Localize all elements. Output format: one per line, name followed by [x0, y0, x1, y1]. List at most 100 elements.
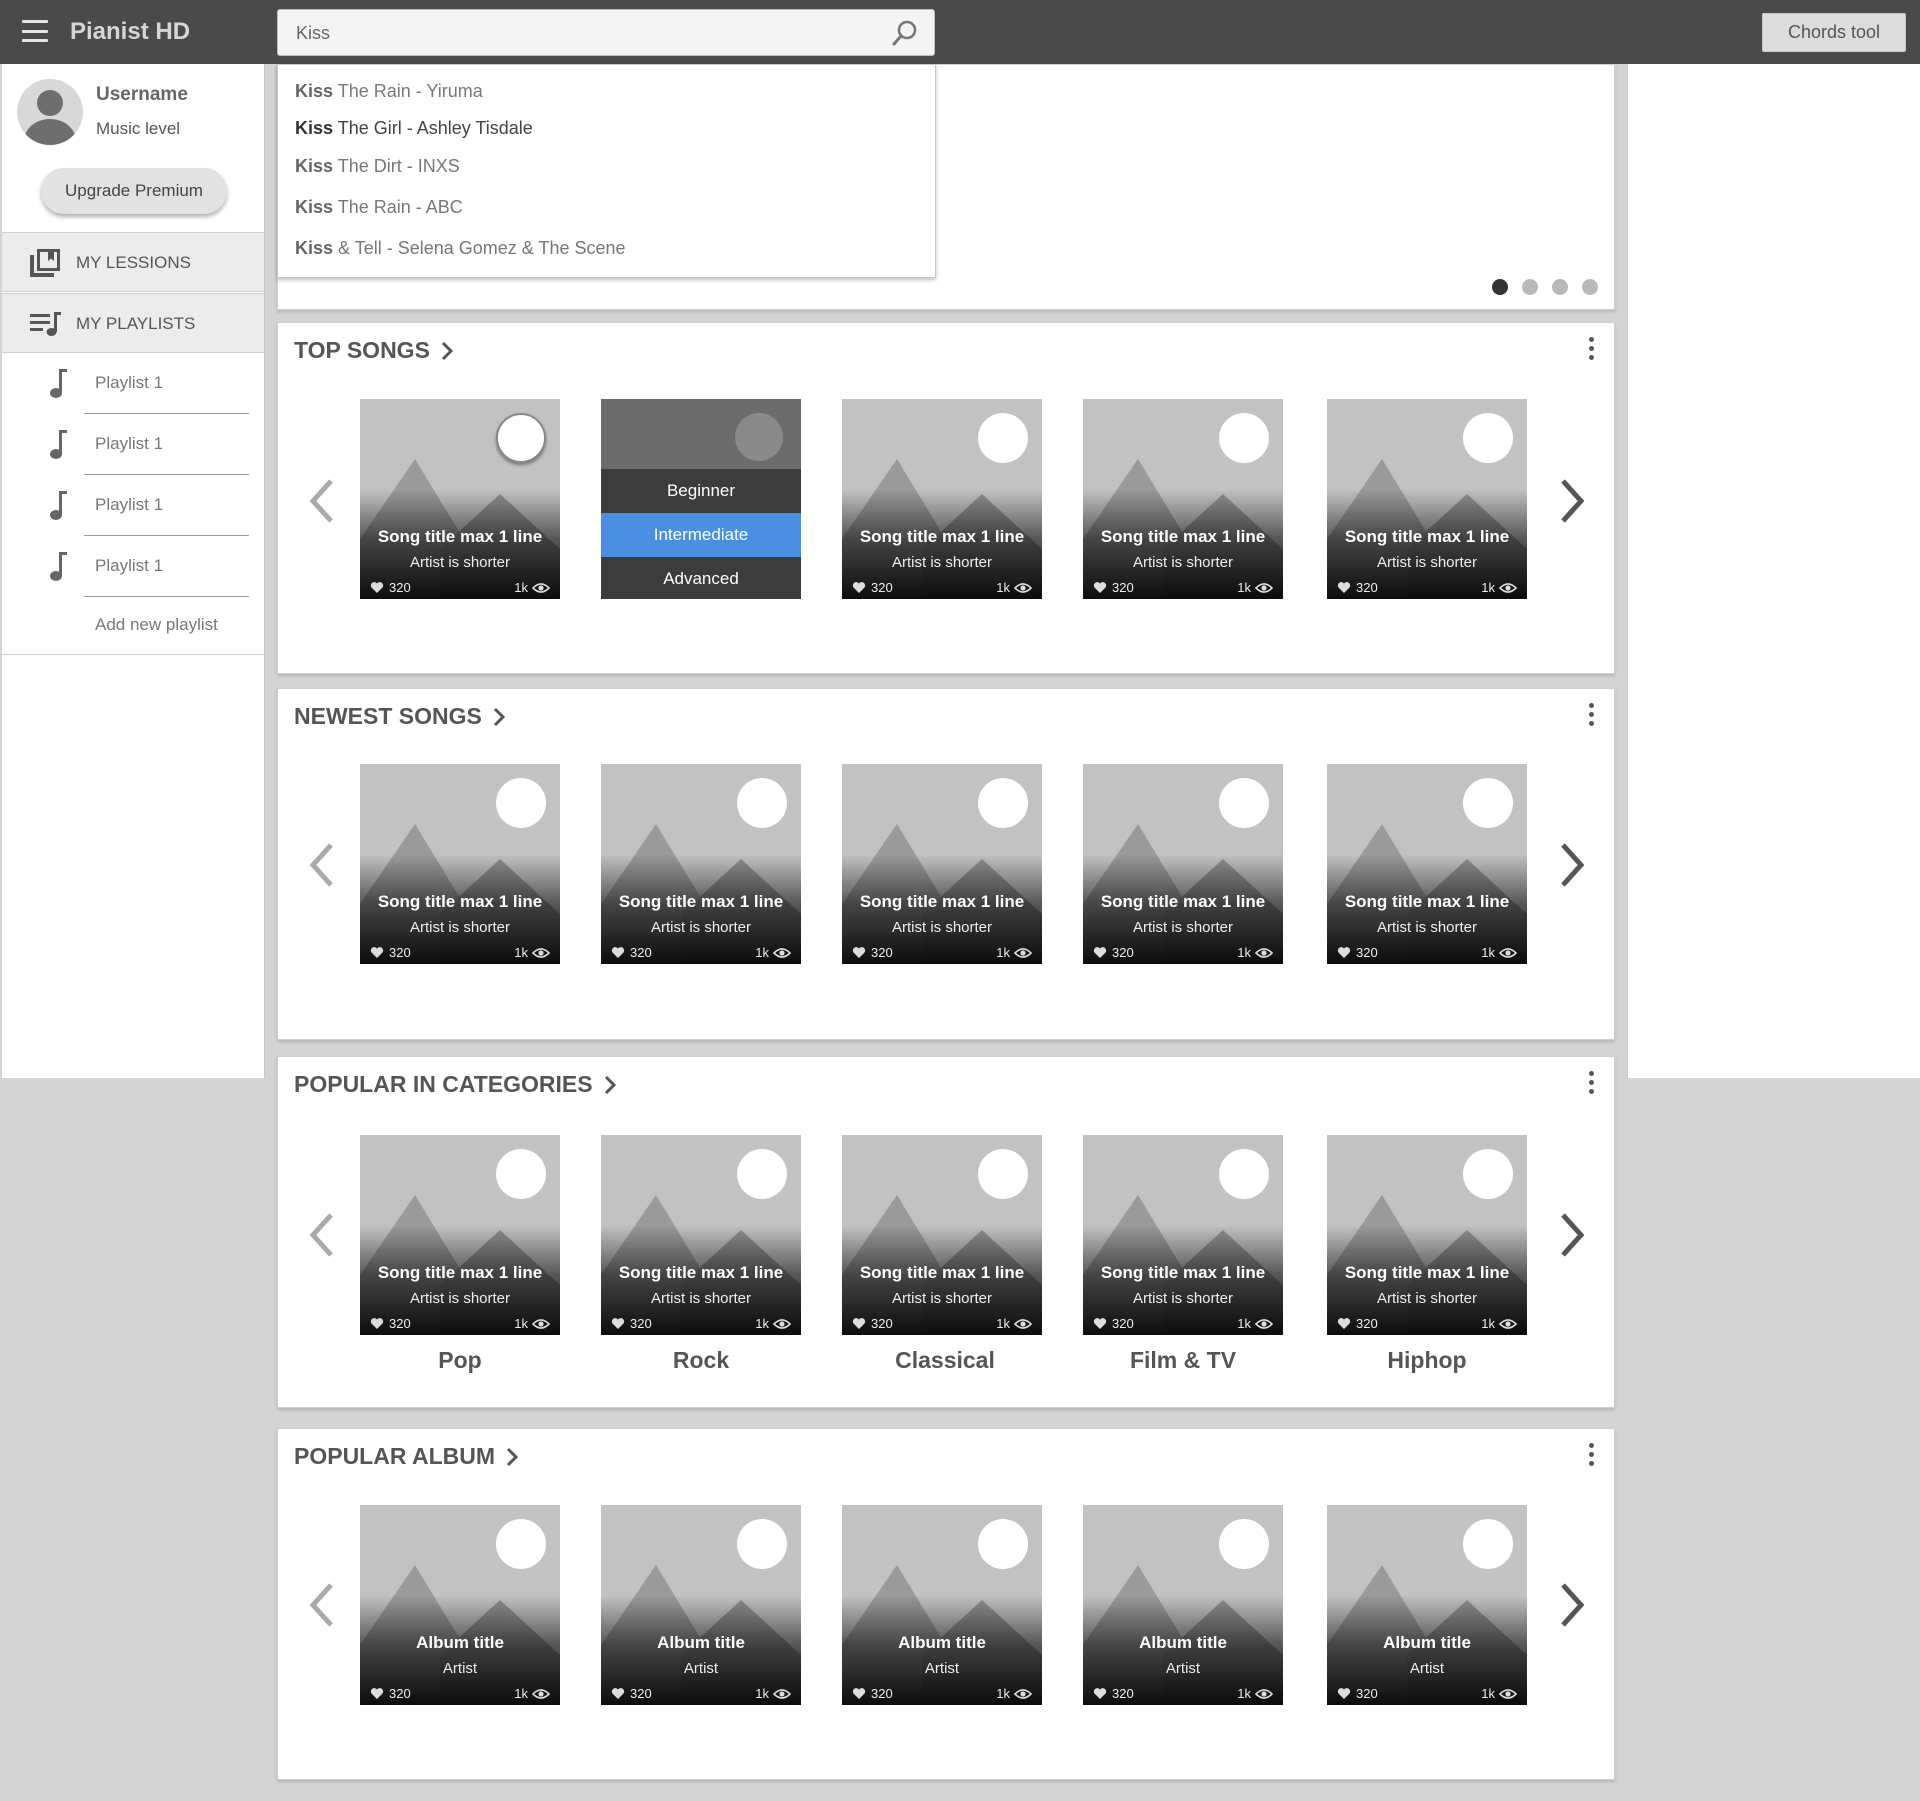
menu-icon[interactable] — [22, 20, 48, 42]
chevron-left-icon[interactable] — [305, 839, 339, 891]
favorite-toggle[interactable] — [978, 413, 1028, 463]
chevron-right-icon[interactable] — [1555, 475, 1589, 527]
suggestion-item[interactable]: Kiss & Tell - Selena Gomez & The Scene — [295, 238, 626, 259]
favorite-toggle[interactable] — [496, 1519, 546, 1569]
carousel-dot[interactable] — [1522, 279, 1538, 295]
song-artist: Artist is shorter — [409, 919, 511, 936]
song-card[interactable]: Song title max 1 line Artist is shorter … — [1327, 764, 1527, 964]
song-card[interactable]: Song title max 1 line Artist is shorter … — [601, 1135, 801, 1335]
chevron-right-icon[interactable] — [1555, 1579, 1589, 1631]
song-card[interactable]: Song title max 1 line Artist is shorter … — [1083, 1135, 1283, 1335]
favorite-toggle[interactable] — [1463, 1149, 1513, 1199]
level-option-beginner[interactable]: Beginner — [601, 469, 801, 513]
favorite-toggle[interactable] — [1219, 1519, 1269, 1569]
more-options-icon[interactable] — [1586, 1071, 1596, 1099]
song-card[interactable]: Song title max 1 line Artist is shorter … — [1327, 399, 1527, 599]
favorite-toggle[interactable] — [978, 1519, 1028, 1569]
favorite-toggle[interactable] — [1219, 778, 1269, 828]
song-card[interactable]: Song title max 1 line Artist is shorter … — [842, 399, 1042, 599]
likes-count: 320 — [611, 945, 652, 960]
album-card[interactable]: Album title Artist 320 1k — [1083, 1505, 1283, 1705]
chords-tool-button[interactable]: Chords tool — [1762, 13, 1906, 52]
add-playlist-link[interactable]: Add new playlist — [95, 615, 218, 635]
sidebar-playlist-item[interactable]: Playlist 1 — [2, 537, 264, 597]
eye-icon — [1014, 1318, 1032, 1329]
section-title[interactable]: POPULAR IN CATEGORIES — [294, 1071, 617, 1098]
favorite-toggle[interactable] — [978, 1149, 1028, 1199]
level-option-advanced[interactable]: Advanced — [601, 557, 801, 599]
section-title[interactable]: TOP SONGS — [294, 337, 454, 364]
suggestion-item[interactable]: Kiss The Rain - ABC — [295, 197, 463, 218]
chevron-left-icon[interactable] — [305, 475, 339, 527]
song-card[interactable]: Song title max 1 line Artist is shorter … — [1083, 764, 1283, 964]
song-card[interactable]: Song title max 1 line Artist is shorter … — [360, 764, 560, 964]
section-title[interactable]: POPULAR ALBUM — [294, 1443, 519, 1470]
likes-count: 320 — [852, 945, 893, 960]
album-card[interactable]: Album title Artist 320 1k — [601, 1505, 801, 1705]
carousel-dot[interactable] — [1492, 279, 1508, 295]
views-value: 1k — [755, 945, 769, 960]
suggestion-item[interactable]: Kiss The Dirt - INXS — [295, 156, 460, 177]
upgrade-premium-button[interactable]: Upgrade Premium — [41, 168, 227, 214]
carousel-dot[interactable] — [1582, 279, 1598, 295]
favorite-toggle[interactable] — [496, 778, 546, 828]
chevron-right-icon[interactable] — [1555, 1209, 1589, 1261]
more-options-icon[interactable] — [1586, 337, 1596, 365]
eye-icon — [1499, 1688, 1517, 1699]
category-label[interactable]: Classical — [845, 1347, 1045, 1374]
more-options-icon[interactable] — [1586, 1443, 1596, 1471]
song-card[interactable]: Song title max 1 line Artist is shorter … — [842, 1135, 1042, 1335]
favorite-toggle[interactable] — [737, 1519, 787, 1569]
favorite-toggle[interactable] — [1463, 778, 1513, 828]
favorite-toggle[interactable] — [496, 413, 546, 463]
album-card[interactable]: Album title Artist 320 1k — [1327, 1505, 1527, 1705]
top-songs-section: TOP SONGS Song title max 1 line Artist i… — [277, 322, 1615, 674]
category-label[interactable]: Hiphop — [1327, 1347, 1527, 1374]
eye-icon — [532, 582, 550, 593]
chevron-right-icon[interactable] — [1555, 839, 1589, 891]
sidebar-playlist-item[interactable]: Playlist 1 — [2, 476, 264, 536]
sidebar-item-my-playlists[interactable]: MY PLAYLISTS — [2, 293, 264, 353]
likes-value: 320 — [1112, 1686, 1134, 1701]
song-card[interactable]: Song title max 1 line Artist is shorter … — [601, 764, 801, 964]
likes-value: 320 — [1356, 580, 1378, 595]
album-card[interactable]: Album title Artist 320 1k — [360, 1505, 560, 1705]
suggestion-item[interactable]: Kiss The Girl - Ashley Tisdale — [295, 118, 533, 139]
search-input[interactable] — [296, 20, 856, 46]
favorite-toggle[interactable] — [1463, 1519, 1513, 1569]
favorite-toggle[interactable] — [1219, 1149, 1269, 1199]
category-label[interactable]: Pop — [360, 1347, 560, 1374]
song-card[interactable]: Song title max 1 line Artist is shorter … — [360, 399, 560, 599]
song-card[interactable]: Song title max 1 line Artist is shorter … — [842, 764, 1042, 964]
favorite-toggle[interactable] — [737, 1149, 787, 1199]
favorite-toggle[interactable] — [1463, 413, 1513, 463]
favorite-toggle[interactable] — [737, 778, 787, 828]
favorite-toggle[interactable] — [1219, 413, 1269, 463]
views-count: 1k — [1237, 580, 1273, 595]
sidebar-playlist-item[interactable]: Playlist 1 — [2, 415, 264, 475]
song-card[interactable]: Song title max 1 line Artist is shorter … — [1327, 1135, 1527, 1335]
search-icon[interactable] — [890, 18, 920, 48]
carousel-dot[interactable] — [1552, 279, 1568, 295]
chevron-left-icon[interactable] — [305, 1209, 339, 1261]
category-label[interactable]: Film & TV — [1083, 1347, 1283, 1374]
song-card[interactable]: Song title max 1 line Artist is shorter … — [1083, 399, 1283, 599]
music-note-icon — [50, 369, 67, 398]
views-count: 1k — [1481, 580, 1517, 595]
section-title[interactable]: NEWEST SONGS — [294, 703, 506, 730]
divider — [84, 413, 249, 414]
favorite-toggle[interactable] — [735, 413, 783, 461]
views-count: 1k — [514, 945, 550, 960]
more-options-icon[interactable] — [1586, 703, 1596, 731]
chevron-left-icon[interactable] — [305, 1579, 339, 1631]
sidebar-playlist-item[interactable]: Playlist 1 — [2, 354, 264, 414]
category-label[interactable]: Rock — [601, 1347, 801, 1374]
favorite-toggle[interactable] — [978, 778, 1028, 828]
level-option-intermediate[interactable]: Intermediate — [601, 513, 801, 557]
favorite-toggle[interactable] — [496, 1149, 546, 1199]
sidebar-item-my-lessons[interactable]: MY LESSIONS — [2, 232, 264, 292]
song-card[interactable]: Song title max 1 line Artist is shorter … — [360, 1135, 560, 1335]
album-card[interactable]: Album title Artist 320 1k — [842, 1505, 1042, 1705]
avatar[interactable] — [17, 79, 83, 145]
suggestion-item[interactable]: Kiss The Rain - Yiruma — [295, 81, 483, 102]
